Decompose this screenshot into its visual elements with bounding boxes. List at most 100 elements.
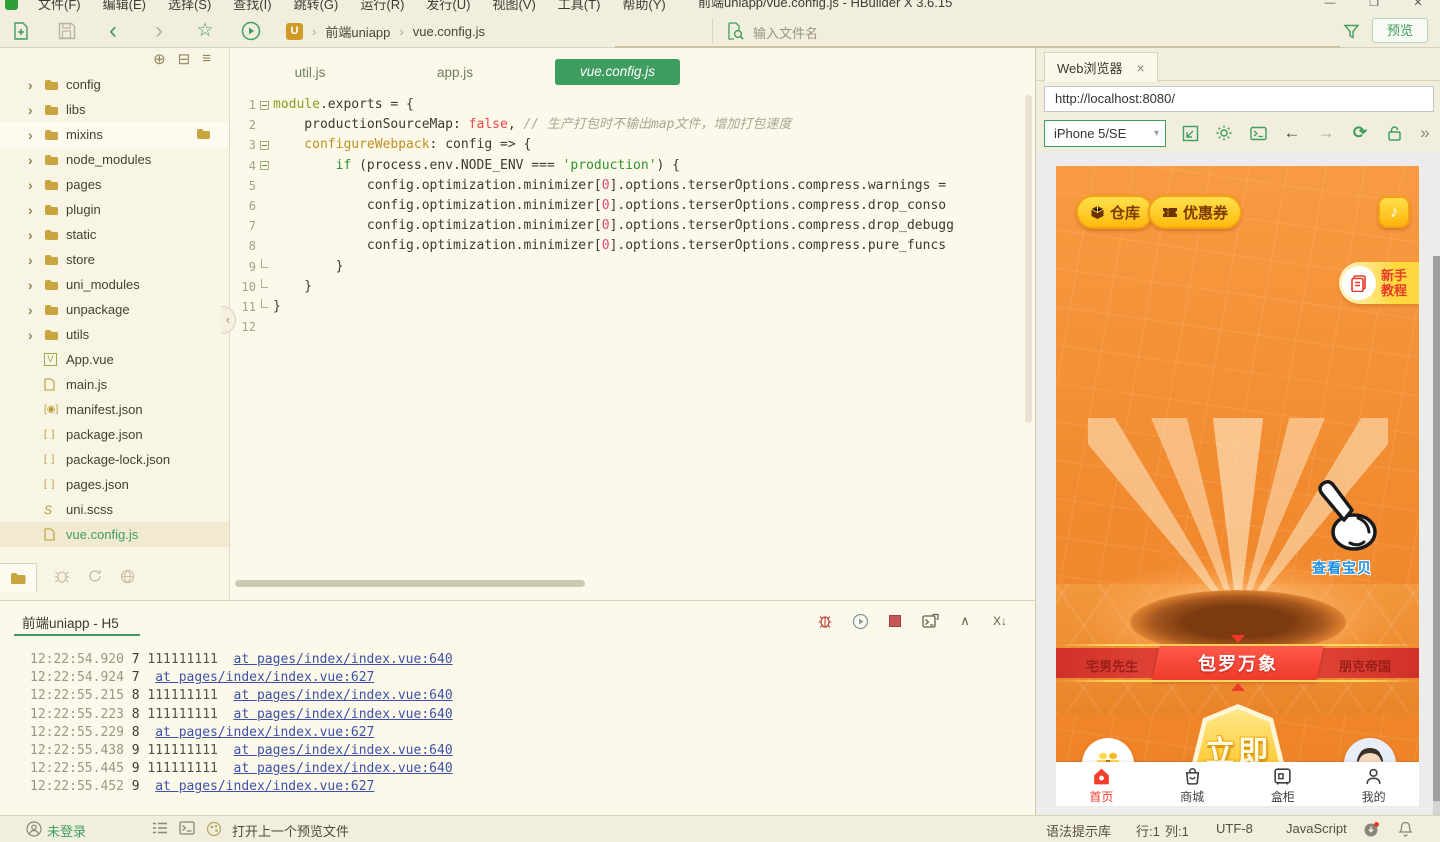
tree-item-static[interactable]: › static <box>0 222 229 247</box>
menu-item-4[interactable]: 跳转(G) <box>283 0 350 12</box>
update-notification-icon[interactable] <box>1363 821 1380 841</box>
forward-button[interactable]: › <box>148 19 170 43</box>
menu-item-1[interactable]: 编辑(E) <box>92 0 157 12</box>
restart-icon[interactable] <box>851 612 869 630</box>
coupon-button[interactable]: 优惠券 <box>1148 195 1243 229</box>
breadcrumb-project[interactable]: 前端uniapp <box>325 22 390 41</box>
editor-tab-app.js[interactable]: app.js <box>395 65 515 80</box>
tree-item-pages.json[interactable]: [ ] pages.json <box>0 472 229 497</box>
files-view-tab[interactable] <box>0 563 37 592</box>
editor-tab-util.js[interactable]: util.js <box>255 65 365 80</box>
editor-vertical-scrollbar[interactable] <box>1025 95 1032 423</box>
sync-view-icon[interactable] <box>87 569 103 586</box>
tab-home[interactable]: 首页 <box>1056 762 1147 806</box>
new-file-button[interactable] <box>10 20 32 42</box>
tree-item-package.json[interactable]: [ ] package.json <box>0 422 229 447</box>
tree-item-store[interactable]: › store <box>0 247 229 272</box>
clear-logs-icon[interactable]: X↓ <box>991 612 1009 630</box>
fold-marker-icon[interactable] <box>256 140 273 150</box>
encoding-status[interactable]: UTF-8 <box>1216 821 1253 836</box>
lock-icon[interactable] <box>1383 122 1405 144</box>
log-source-link[interactable]: at pages/index/index.vue:640 <box>234 707 453 722</box>
collapse-panel-icon[interactable]: ∧ <box>956 612 974 630</box>
tree-item-package-lock.json[interactable]: [ ] package-lock.json <box>0 447 229 472</box>
preview-scrollbar-thumb[interactable] <box>1433 256 1440 801</box>
preview-button[interactable]: 预览 <box>1372 18 1428 43</box>
debug-view-icon[interactable] <box>54 569 70 586</box>
console-tab[interactable]: 前端uniapp - H5 <box>22 612 119 632</box>
preview-scrollbar[interactable] <box>1433 256 1440 815</box>
tree-item-libs[interactable]: › libs <box>0 97 229 122</box>
debug-bug-icon[interactable] <box>816 612 834 630</box>
tree-item-App.vue[interactable]: V App.vue <box>0 347 229 372</box>
stop-icon[interactable] <box>886 612 904 630</box>
carousel-item-active[interactable]: 包罗万象 <box>1152 646 1324 680</box>
tree-item-manifest.json[interactable]: [◉] manifest.json <box>0 397 229 422</box>
log-source-link[interactable]: at pages/index/index.vue:640 <box>234 652 453 667</box>
save-button[interactable] <box>56 20 78 42</box>
browser-forward-icon[interactable]: → <box>1315 122 1337 144</box>
bell-icon[interactable] <box>1398 821 1413 840</box>
url-input[interactable]: http://localhost:8080/ <box>1044 86 1434 112</box>
syntax-library-status[interactable]: 语法提示库 <box>1046 821 1111 840</box>
outline-list-icon[interactable] <box>152 821 168 838</box>
warehouse-button[interactable]: 仓库 <box>1076 195 1155 229</box>
tab-mine[interactable]: 我的 <box>1328 762 1419 806</box>
file-search-input[interactable]: 输入文件名 <box>753 23 818 42</box>
tab-mall[interactable]: 商城 <box>1147 762 1238 806</box>
editor-horizontal-scrollbar[interactable] <box>235 580 585 587</box>
back-button[interactable]: ‹ <box>102 19 124 43</box>
console-terminal-icon[interactable] <box>1247 122 1269 144</box>
tree-item-pages[interactable]: › pages <box>0 172 229 197</box>
tree-item-unpackage[interactable]: › unpackage <box>0 297 229 322</box>
tree-item-utils[interactable]: › utils <box>0 322 229 347</box>
collapse-all-icon[interactable]: ⊟ <box>178 50 191 68</box>
terminal-status-icon[interactable] <box>179 821 195 838</box>
fold-marker-icon[interactable] <box>256 100 273 110</box>
tree-item-plugin[interactable]: › plugin <box>0 197 229 222</box>
minimize-button[interactable]: — <box>1308 0 1352 13</box>
browser-preview-icon[interactable] <box>206 821 222 840</box>
carousel-item-left[interactable]: 宅男先生 <box>1086 656 1138 675</box>
device-selector[interactable]: iPhone 5/SE ▾ <box>1044 120 1166 147</box>
log-source-link[interactable]: at pages/index/index.vue:627 <box>155 779 374 794</box>
music-button[interactable]: ♪ <box>1378 196 1410 228</box>
editor-tab-vue.config.js[interactable]: vue.config.js <box>555 59 680 85</box>
cursor-line-status[interactable]: 行:1 <box>1136 821 1160 840</box>
user-account-icon[interactable] <box>26 821 42 840</box>
favorite-star-icon[interactable]: ☆ <box>194 20 216 42</box>
maximize-button[interactable]: ❐ <box>1352 0 1396 13</box>
explorer-menu-icon[interactable]: ≡ <box>202 50 211 68</box>
login-status[interactable]: 未登录 <box>47 821 86 840</box>
tab-cabinet[interactable]: 盒柜 <box>1238 762 1329 806</box>
tree-item-config[interactable]: › config <box>0 72 229 97</box>
menu-item-7[interactable]: 视图(V) <box>481 0 546 12</box>
browser-refresh-icon[interactable]: ⟳ <box>1349 122 1371 144</box>
menu-item-6[interactable]: 发行(U) <box>415 0 481 12</box>
tutorial-badge[interactable]: 新手 教程 <box>1339 262 1419 304</box>
open-terminal-icon[interactable] <box>921 612 939 630</box>
menu-item-0[interactable]: 文件(F) <box>27 0 92 12</box>
open-external-icon[interactable] <box>1179 122 1201 144</box>
close-button[interactable]: ✕ <box>1396 0 1440 13</box>
browser-back-icon[interactable]: ← <box>1281 122 1303 144</box>
carousel-item-right[interactable]: 朋克帝国 <box>1339 656 1391 675</box>
view-treasure-link[interactable]: 查看宝贝 <box>1312 558 1372 578</box>
more-tools-icon[interactable]: » <box>1414 122 1436 144</box>
log-source-link[interactable]: at pages/index/index.vue:640 <box>234 743 453 758</box>
web-browser-tab[interactable]: Web浏览器 × <box>1044 52 1158 82</box>
log-source-link[interactable]: at pages/index/index.vue:640 <box>234 688 453 703</box>
tree-item-mixins[interactable]: › mixins <box>0 122 229 147</box>
run-button[interactable] <box>240 20 262 42</box>
locate-file-icon[interactable]: ⊕ <box>153 50 166 68</box>
menu-item-2[interactable]: 选择(S) <box>157 0 222 12</box>
tree-item-uni_modules[interactable]: › uni_modules <box>0 272 229 297</box>
open-previous-preview[interactable]: 打开上一个预览文件 <box>232 821 349 840</box>
filter-funnel-icon[interactable] <box>1340 20 1362 42</box>
tree-item-main.js[interactable]: main.js <box>0 372 229 397</box>
menu-item-3[interactable]: 查找(I) <box>222 0 282 12</box>
tab-close-icon[interactable]: × <box>1137 60 1145 76</box>
settings-gear-icon[interactable] <box>1213 122 1235 144</box>
tree-item-uni.scss[interactable]: Suni.scss <box>0 497 229 522</box>
tree-item-node_modules[interactable]: › node_modules <box>0 147 229 172</box>
